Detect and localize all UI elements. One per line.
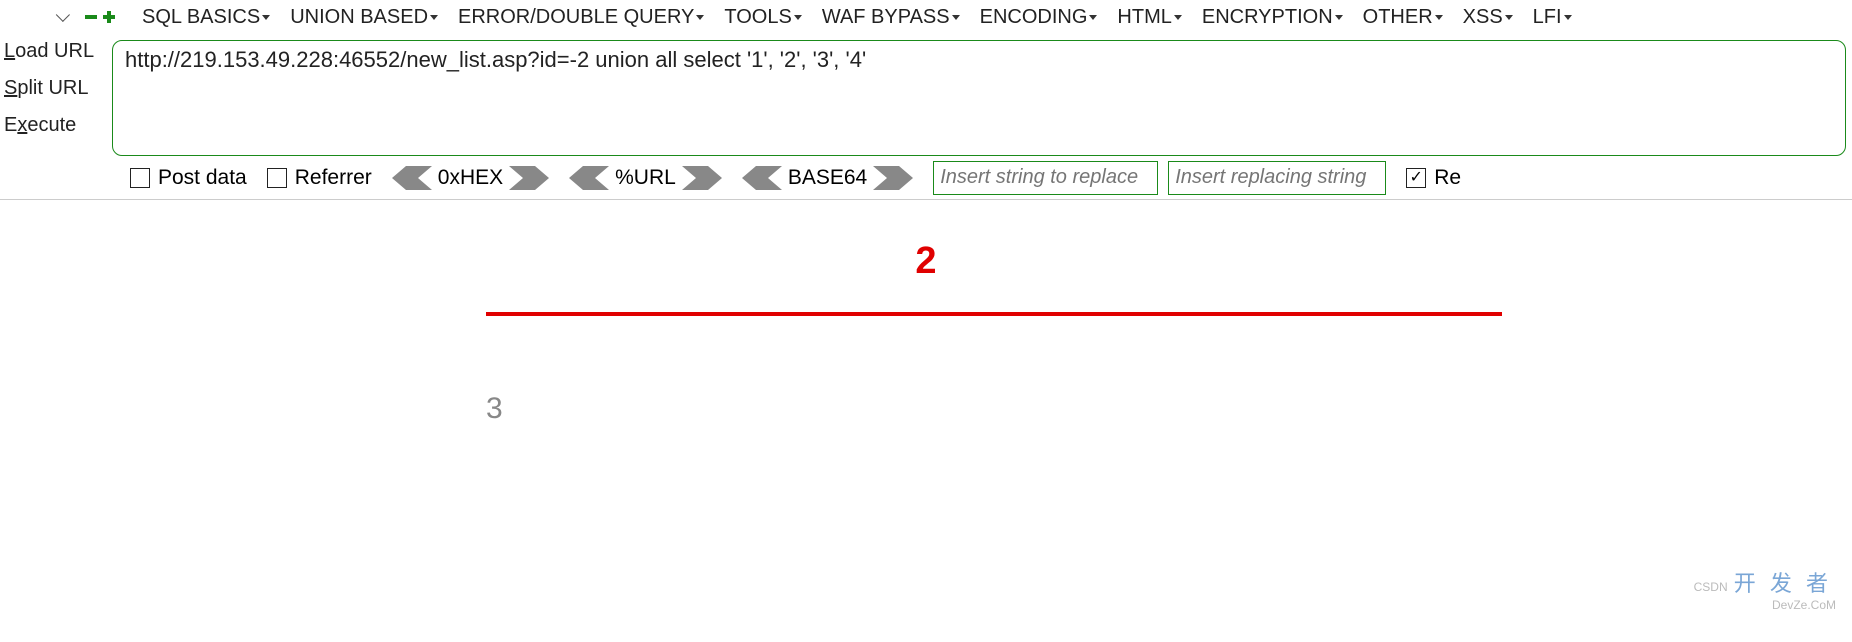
watermark-main: 开 发 者	[1734, 571, 1832, 596]
checkbox-empty-icon	[130, 168, 150, 188]
menu-encoding[interactable]: ENCODING	[972, 2, 1106, 32]
watermark-sub: DevZe.CoM	[1772, 598, 1836, 612]
url-workspace: Load URL Split URL Execute http://219.15…	[0, 34, 1852, 156]
watermark-prefix: CSDN	[1694, 580, 1728, 594]
page-body-text: 3	[486, 392, 503, 426]
menu-tools[interactable]: TOOLS	[716, 2, 809, 32]
checkbox-empty-icon	[267, 168, 287, 188]
checkbox-checked-icon: ✓	[1406, 168, 1426, 188]
menu-encryption[interactable]: ENCRYPTION	[1194, 2, 1351, 32]
side-actions: Load URL Split URL Execute	[0, 40, 112, 156]
replace-from-input[interactable]	[933, 161, 1158, 195]
chevron-down-icon[interactable]	[56, 8, 70, 22]
split-url-button[interactable]: Split URL	[4, 77, 112, 100]
base64-label: BASE64	[788, 166, 867, 190]
referrer-checkbox[interactable]: Referrer	[267, 166, 372, 190]
arrow-left-icon[interactable]	[569, 166, 609, 190]
top-toolbar: SQL BASICS UNION BASED ERROR/DOUBLE QUER…	[0, 0, 1852, 34]
hex-encoder: 0xHEX	[392, 166, 549, 190]
page-content: 2 3 CSDN 开 发 者 DevZe.CoM	[0, 200, 1852, 620]
plus-icon[interactable]	[102, 10, 116, 24]
caret-down-icon	[696, 15, 704, 20]
menu-waf-bypass[interactable]: WAF BYPASS	[814, 2, 968, 32]
minus-icon[interactable]	[84, 10, 98, 24]
menu-error-double-query[interactable]: ERROR/DOUBLE QUERY	[450, 2, 712, 32]
referrer-label: Referrer	[295, 166, 372, 190]
caret-down-icon	[1335, 15, 1343, 20]
caret-down-icon	[262, 15, 270, 20]
options-row: Post data Referrer 0xHEX %URL BASE64 ✓ R…	[0, 156, 1852, 200]
postdata-label: Post data	[158, 166, 247, 190]
caret-down-icon	[1505, 15, 1513, 20]
replace-to-input[interactable]	[1168, 161, 1386, 195]
base64-encoder: BASE64	[742, 166, 913, 190]
menu-union-based[interactable]: UNION BASED	[282, 2, 446, 32]
menu-html[interactable]: HTML	[1109, 2, 1189, 32]
menu-other[interactable]: OTHER	[1355, 2, 1451, 32]
arrow-left-icon[interactable]	[742, 166, 782, 190]
execute-button[interactable]: Execute	[4, 114, 112, 137]
arrow-right-icon[interactable]	[509, 166, 549, 190]
caret-down-icon	[952, 15, 960, 20]
postdata-checkbox[interactable]: Post data	[130, 166, 247, 190]
watermark: CSDN 开 发 者 DevZe.CoM	[1694, 566, 1832, 612]
divider-line	[486, 312, 1502, 316]
menu-xss[interactable]: XSS	[1455, 2, 1521, 32]
caret-down-icon	[794, 15, 802, 20]
caret-down-icon	[1089, 15, 1097, 20]
menu-lfi[interactable]: LFI	[1525, 2, 1580, 32]
caret-down-icon	[430, 15, 438, 20]
load-url-button[interactable]: Load URL	[4, 40, 112, 63]
caret-down-icon	[1174, 15, 1182, 20]
re-label: Re	[1434, 166, 1461, 190]
caret-down-icon	[1435, 15, 1443, 20]
arrow-left-icon[interactable]	[392, 166, 432, 190]
url-label: %URL	[615, 166, 676, 190]
re-checkbox[interactable]: ✓ Re	[1406, 166, 1461, 190]
caret-down-icon	[1564, 15, 1572, 20]
hex-label: 0xHEX	[438, 166, 503, 190]
arrow-right-icon[interactable]	[873, 166, 913, 190]
url-input[interactable]: http://219.153.49.228:46552/new_list.asp…	[112, 40, 1846, 156]
page-headline: 2	[0, 240, 1852, 283]
url-encoder: %URL	[569, 166, 722, 190]
menu-sql-basics[interactable]: SQL BASICS	[134, 2, 278, 32]
arrow-right-icon[interactable]	[682, 166, 722, 190]
